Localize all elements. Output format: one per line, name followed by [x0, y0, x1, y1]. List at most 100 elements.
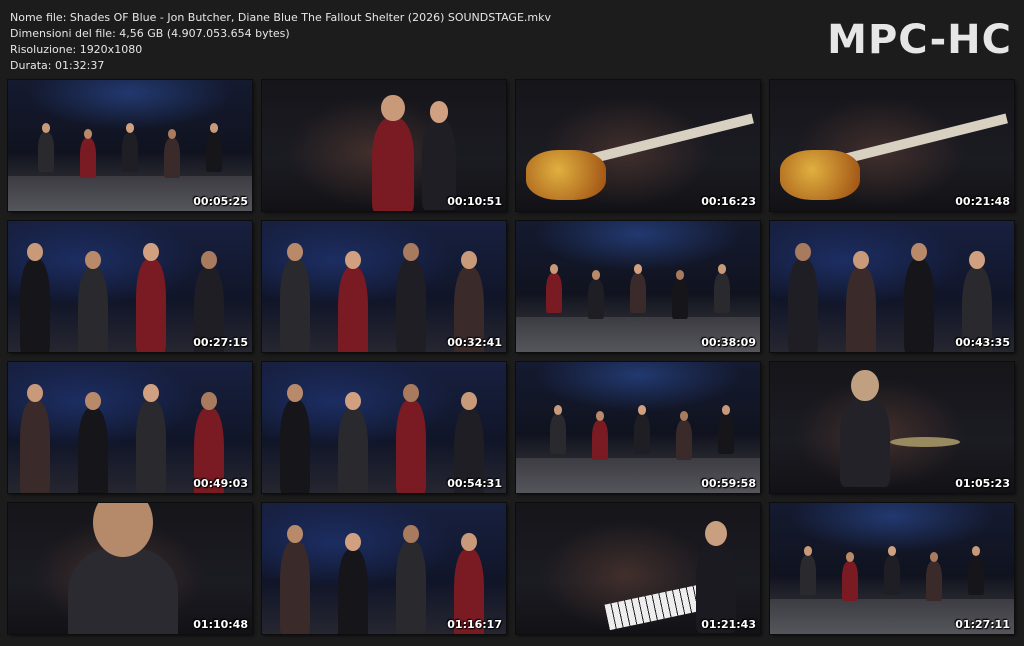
performer-head [26, 383, 44, 403]
performer-figure [78, 408, 108, 493]
performer-head [84, 391, 102, 411]
timestamp-label: 00:38:09 [701, 336, 756, 349]
performer-head [705, 521, 727, 547]
video-thumbnail[interactable]: 00:38:09 [516, 221, 760, 352]
performer-head [26, 242, 44, 262]
frame-image [8, 80, 252, 211]
performer-figure [78, 267, 108, 352]
performer-head [460, 532, 478, 552]
performer-figure [672, 279, 688, 319]
performer-head [402, 383, 420, 403]
video-thumbnail[interactable]: 00:27:15 [8, 221, 252, 352]
guitar-body [780, 150, 860, 200]
performer-head [851, 369, 879, 402]
performer-figure [904, 259, 934, 352]
video-thumbnail[interactable]: 01:27:11 [770, 503, 1014, 634]
performer-figure [280, 259, 310, 352]
performer-figure [20, 259, 50, 352]
performer-head [200, 391, 218, 411]
performer-figure [630, 273, 646, 313]
performer-figure [20, 400, 50, 493]
performer-head [200, 250, 218, 270]
performer-figure [136, 259, 166, 352]
performer-head [344, 250, 362, 270]
performer-figure [718, 414, 734, 454]
performer-figure [592, 420, 608, 460]
frame-image [262, 221, 506, 352]
frame-image [262, 80, 506, 211]
timestamp-label: 00:05:25 [193, 195, 248, 208]
timestamp-label: 00:10:51 [447, 195, 502, 208]
performer-head [852, 250, 870, 270]
performer-figure [926, 561, 942, 601]
performer-head [286, 242, 304, 262]
resolution-line: Risoluzione: 1920x1080 [10, 43, 143, 56]
timestamp-label: 00:43:35 [955, 336, 1010, 349]
video-thumbnail[interactable]: 01:10:48 [8, 503, 252, 634]
performer-head [142, 242, 160, 262]
frame-image [8, 503, 252, 634]
thumbnail-grid: 00:05:25 00:10:51 00:16:23 00:21:48 00:27:15… [8, 80, 1016, 634]
video-thumbnail[interactable]: 00:49:03 [8, 362, 252, 493]
timestamp-label: 00:16:23 [701, 195, 756, 208]
performer-head [402, 524, 420, 544]
video-thumbnail[interactable]: 00:21:48 [770, 80, 1014, 211]
video-thumbnail[interactable]: 01:05:23 [770, 362, 1014, 493]
performer-head [460, 391, 478, 411]
cymbal [890, 437, 960, 447]
video-thumbnail[interactable]: 00:10:51 [262, 80, 506, 211]
performer-figure [38, 132, 54, 172]
video-thumbnail[interactable]: 01:16:17 [262, 503, 506, 634]
frame-image [8, 221, 252, 352]
performer-head [286, 383, 304, 403]
video-thumbnail[interactable]: 00:05:25 [8, 80, 252, 211]
file-size-line: Dimensioni del file: 4,56 GB (4.907.053.… [10, 27, 290, 40]
performer-head [402, 242, 420, 262]
performer-figure [338, 408, 368, 493]
performer-figure [840, 397, 890, 487]
performer-figure [550, 414, 566, 454]
performer-head [794, 242, 812, 262]
performer-head [968, 250, 986, 270]
performer-figure [842, 561, 858, 601]
video-thumbnail[interactable]: 01:21:43 [516, 503, 760, 634]
thumbnail-sheet: Nome file: Shades OF Blue - Jon Butcher,… [0, 0, 1024, 646]
performer-figure [676, 420, 692, 460]
performer-figure [338, 549, 368, 634]
performer-figure [788, 259, 818, 352]
performer-figure [846, 267, 876, 352]
performer-head [381, 94, 405, 122]
performer-figure [122, 132, 138, 172]
timestamp-label: 00:49:03 [193, 477, 248, 490]
file-info-block: Nome file: Shades OF Blue - Jon Butcher,… [10, 10, 551, 74]
video-thumbnail[interactable]: 00:32:41 [262, 221, 506, 352]
timestamp-label: 01:27:11 [955, 618, 1010, 631]
performer-figure [396, 259, 426, 352]
performer-head [142, 383, 160, 403]
timestamp-label: 00:21:48 [955, 195, 1010, 208]
performer-figure [546, 273, 562, 313]
frame-image [516, 221, 760, 352]
performer-head [84, 250, 102, 270]
performer-head [910, 242, 928, 262]
performer-head [344, 391, 362, 411]
performer-figure [800, 555, 816, 595]
video-thumbnail[interactable]: 00:43:35 [770, 221, 1014, 352]
player-logo: MPC-HC [827, 17, 1012, 63]
performer-figure [280, 400, 310, 493]
frame-image [770, 362, 1014, 493]
video-thumbnail[interactable]: 00:16:23 [516, 80, 760, 211]
performer-figure [136, 400, 166, 493]
performer-figure [396, 541, 426, 634]
video-thumbnail[interactable]: 00:59:58 [516, 362, 760, 493]
frame-image [262, 503, 506, 634]
video-thumbnail[interactable]: 00:54:31 [262, 362, 506, 493]
frame-image [516, 362, 760, 493]
timestamp-label: 01:16:17 [447, 618, 502, 631]
performer-figure [164, 138, 180, 178]
timestamp-label: 01:05:23 [955, 477, 1010, 490]
timestamp-label: 00:32:41 [447, 336, 502, 349]
performer-figure [396, 400, 426, 493]
performer-head [286, 524, 304, 544]
performer-figure [884, 555, 900, 595]
